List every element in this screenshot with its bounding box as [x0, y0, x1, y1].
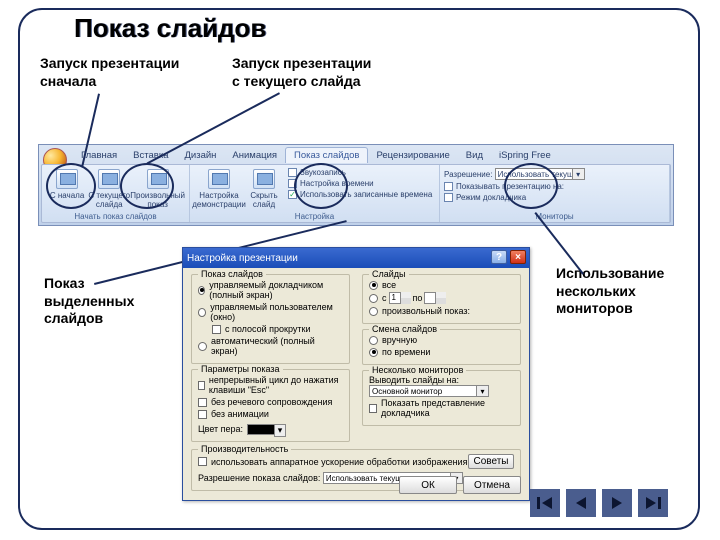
legend-show-type: Показ слайдов: [198, 269, 266, 279]
chk-no-narration[interactable]: без речевого сопровождения: [198, 396, 343, 408]
group-label-setup: Настройка: [190, 212, 439, 221]
monitor-icon: [56, 169, 78, 189]
monitor-icon: [98, 169, 120, 189]
dropdown-monitor[interactable]: Основной монитор: [369, 385, 489, 397]
spin-from[interactable]: 1: [389, 292, 411, 304]
nav-next[interactable]: [602, 489, 632, 517]
row-resolution: Разрешение: Использовать текуще...: [444, 167, 665, 181]
group-label-monitors: Мониторы: [440, 212, 669, 221]
chk-rehearse[interactable]: Настройка времени: [288, 178, 435, 189]
dialog-body: Показ слайдов управляемый докладчиком (п…: [183, 268, 529, 500]
group-label-start: Начать показ слайдов: [42, 212, 189, 221]
btn-custom-show[interactable]: Произвольный показ: [130, 167, 185, 209]
chk-loop[interactable]: непрерывный цикл до нажатия клавиши "Esc…: [198, 374, 343, 396]
radio-manual[interactable]: вручную: [369, 334, 514, 346]
help-button[interactable]: ?: [491, 250, 507, 264]
chk-presenter-view[interactable]: Режим докладчика: [444, 192, 665, 203]
tab-view[interactable]: Вид: [458, 148, 491, 163]
chk-use-timings[interactable]: ✓Использовать записанные времена: [288, 189, 435, 200]
fs-advance: Смена слайдов вручную по времени: [362, 329, 521, 365]
btn-from-current[interactable]: С текущего слайда: [88, 167, 130, 209]
close-button[interactable]: ×: [510, 250, 526, 264]
tab-slideshow[interactable]: Показ слайдов: [285, 147, 368, 163]
radio-range[interactable]: с1по: [369, 291, 514, 305]
dialog-titlebar: Настройка презентации ? ×: [183, 248, 529, 268]
radio-custom[interactable]: произвольный показ:: [369, 305, 514, 317]
chk-no-animation[interactable]: без анимации: [198, 408, 343, 420]
radio-timings[interactable]: по времени: [369, 346, 514, 358]
legend-performance: Производительность: [198, 444, 291, 454]
tips-button[interactable]: Советы: [468, 454, 514, 469]
spin-to[interactable]: [424, 292, 446, 304]
chk-record-narration[interactable]: Звукозапись: [288, 167, 435, 178]
ok-button[interactable]: ОК: [399, 476, 457, 494]
tab-ispring[interactable]: iSpring Free: [491, 148, 559, 163]
chk-scrollbar[interactable]: с полосой прокрутки: [198, 323, 343, 335]
label-show-on: Выводить слайды на:: [369, 375, 514, 385]
tab-review[interactable]: Рецензирование: [368, 148, 457, 163]
btn-hide-slide[interactable]: Скрыть слайд: [244, 167, 284, 209]
fs-slides: Слайды все с1по произвольный показ:: [362, 274, 521, 324]
ribbon: Главная Вставка Дизайн Анимация Показ сл…: [38, 144, 674, 226]
legend-advance: Смена слайдов: [369, 324, 440, 334]
legend-slides: Слайды: [369, 269, 409, 279]
dropdown-resolution[interactable]: Использовать текуще...: [495, 168, 585, 180]
chk-presenter-view-dlg[interactable]: Показать представление докладчика: [369, 397, 514, 419]
group-start: С начала С текущего слайда Произвольный …: [42, 165, 190, 222]
nav-last[interactable]: [638, 489, 668, 517]
ribbon-body: С начала С текущего слайда Произвольный …: [41, 164, 671, 223]
cancel-button[interactable]: Отмена: [463, 476, 521, 494]
row-show-on[interactable]: Показывать презентацию на:: [444, 181, 665, 192]
nav-buttons: [530, 489, 668, 517]
annot-start-current: Запуск презентации с текущего слайда: [232, 55, 371, 90]
radio-browsed[interactable]: управляемый пользователем (окно): [198, 301, 343, 323]
radio-presented[interactable]: управляемый докладчиком (полный экран): [198, 279, 343, 301]
legend-options: Параметры показа: [198, 364, 283, 374]
nav-first[interactable]: [530, 489, 560, 517]
dialog-setup-show: Настройка презентации ? × Показ слайдов …: [182, 247, 530, 501]
fs-show-type: Показ слайдов управляемый докладчиком (п…: [191, 274, 350, 364]
tab-animation[interactable]: Анимация: [224, 148, 285, 163]
monitor-icon: [253, 169, 275, 189]
annot-start-beginning: Запуск презентации сначала: [40, 55, 179, 90]
page-title: Показ слайдов: [74, 13, 266, 44]
fs-multi-monitor: Несколько мониторов Выводить слайды на: …: [362, 370, 521, 426]
radio-kiosk[interactable]: автоматический (полный экран): [198, 335, 343, 357]
legend-monitors: Несколько мониторов: [369, 365, 466, 375]
monitor-icon: [147, 169, 169, 189]
fs-options: Параметры показа непрерывный цикл до наж…: [191, 369, 350, 442]
nav-prev[interactable]: [566, 489, 596, 517]
monitor-icon: [208, 169, 230, 189]
annot-monitors: Использование нескольких мониторов: [556, 265, 664, 318]
group-monitors: Разрешение: Использовать текуще... Показ…: [440, 165, 670, 222]
pen-color-row: Цвет пера:: [198, 424, 343, 435]
radio-all[interactable]: все: [369, 279, 514, 291]
chk-hardware-accel[interactable]: использовать аппаратное ускорение обрабо…: [198, 456, 467, 468]
annot-custom-show: Показ выделенных слайдов: [44, 275, 134, 328]
pen-color-picker[interactable]: [247, 424, 275, 435]
btn-setup-show[interactable]: Настройка демонстрации: [194, 167, 244, 209]
tab-design[interactable]: Дизайн: [176, 148, 224, 163]
dialog-title-text: Настройка презентации: [187, 253, 298, 264]
dialog-buttons: ОК Отмена: [399, 476, 521, 494]
btn-from-beginning[interactable]: С начала: [46, 167, 88, 209]
tab-home[interactable]: Главная: [73, 148, 125, 163]
group-setup: Настройка демонстрации Скрыть слайд Звук…: [190, 165, 440, 222]
